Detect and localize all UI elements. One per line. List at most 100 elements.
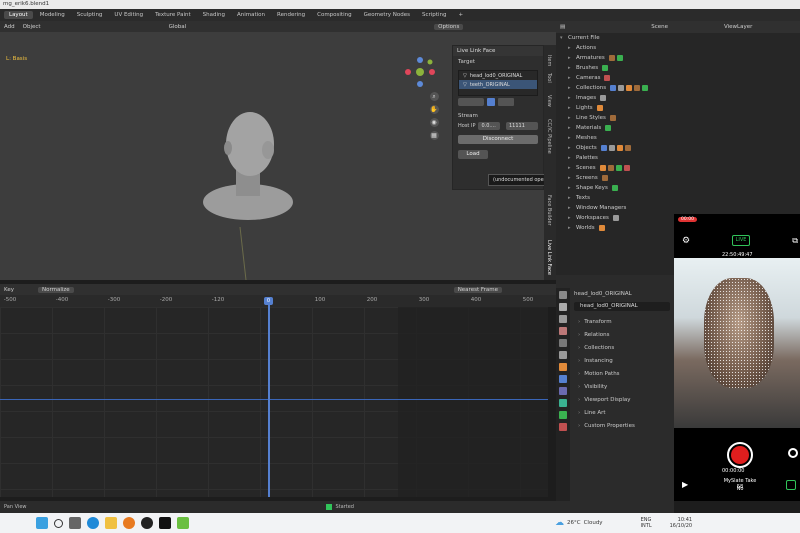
view-layer-label[interactable]: ViewLayer [724, 24, 752, 30]
tab-modeling[interactable]: Modeling [35, 11, 70, 19]
settings-gear-icon[interactable]: ⚙ [682, 236, 690, 246]
tab-cc-pipeline[interactable]: CC/iC Pipeline [546, 119, 552, 154]
list-item[interactable]: ▸ Meshes [556, 133, 800, 143]
property-section[interactable]: › Relations [574, 328, 674, 341]
weather-widget[interactable]: ☁ 26°C Cloudy [555, 518, 603, 528]
object-menu[interactable]: Object [23, 24, 41, 30]
property-section[interactable]: › Viewport Display [574, 393, 674, 406]
tab-shading[interactable]: Shading [198, 11, 230, 19]
tab-scripting[interactable]: Scripting [417, 11, 451, 19]
list-item[interactable]: ▸ Window Managers [556, 203, 800, 213]
list-item[interactable]: ▸ Shape Keys [556, 183, 800, 193]
tab-uv-editing[interactable]: UV Editing [109, 11, 148, 19]
file-explorer-icon[interactable] [105, 517, 117, 529]
list-item[interactable]: ▸ Materials [556, 123, 800, 133]
current-frame-indicator[interactable]: 0 [264, 297, 273, 305]
list-item[interactable]: ▸ Texts [556, 193, 800, 203]
list-item[interactable]: ▸ Armatures [556, 53, 800, 63]
clock[interactable]: 10:41 16/10/20 [670, 517, 692, 529]
port-field[interactable]: 11111 [506, 122, 538, 130]
add-menu[interactable]: Add [4, 24, 15, 30]
normalize-toggle[interactable]: Normalize [37, 286, 74, 293]
terminal-icon[interactable] [159, 517, 171, 529]
language-indicator[interactable]: ENG INTL [641, 517, 652, 529]
list-filter[interactable] [458, 98, 484, 106]
github-icon[interactable] [141, 517, 153, 529]
property-section[interactable]: › Custom Properties [574, 419, 674, 432]
notepad-icon[interactable] [177, 517, 189, 529]
list-item[interactable]: ▸ Actions [556, 43, 800, 53]
collection-icon[interactable] [559, 351, 567, 359]
list-item[interactable]: ▽ head_lod0_ORIGINAL [459, 71, 537, 80]
list-item[interactable]: ▸ Lights [556, 103, 800, 113]
list-item[interactable]: ▸ Brushes [556, 63, 800, 73]
host-ip-field[interactable]: 0.0.... [478, 122, 501, 130]
particles-icon[interactable] [559, 387, 567, 395]
secondary-button[interactable] [788, 448, 798, 458]
property-section[interactable]: › Visibility [574, 380, 674, 393]
tab-compositing[interactable]: Compositing [312, 11, 356, 19]
timeline-scrollbar[interactable] [549, 307, 555, 497]
curve-line[interactable] [0, 399, 548, 400]
tab-layout[interactable]: Layout [4, 11, 33, 19]
pan-hand-icon[interactable]: ✋ [429, 105, 439, 114]
snap-dropdown[interactable]: Nearest Frame [453, 286, 502, 293]
frame-ruler[interactable]: -500 -400 -300 -200 -120 0 100 200 300 400 500 [0, 295, 556, 307]
list-item[interactable]: ▸ Line Styles [556, 113, 800, 123]
property-section[interactable]: › Line Art [574, 406, 674, 419]
camera-switch-icon[interactable]: ⧉ [792, 236, 798, 246]
list-item[interactable]: ▽ teeth_ORIGINAL [459, 80, 537, 89]
app-icon[interactable] [36, 517, 48, 529]
tab--[interactable]: + [453, 11, 468, 19]
outliner-type-icon[interactable]: ▤ [560, 24, 565, 30]
record-icon[interactable] [731, 446, 749, 464]
list-item[interactable]: ▸ Scenes [556, 163, 800, 173]
tab-face-builder[interactable]: Face Builder [546, 195, 552, 226]
output-icon[interactable] [559, 315, 567, 323]
tab-rendering[interactable]: Rendering [272, 11, 310, 19]
outliner-root[interactable]: ▾ Current File [556, 33, 800, 43]
list-item[interactable]: ▸ Cameras [556, 73, 800, 83]
target-list[interactable]: ▽ head_lod0_ORIGINAL ▽ teeth_ORIGINAL [458, 70, 538, 96]
disconnect-button[interactable]: Disconnect [458, 135, 538, 144]
physics-icon[interactable] [559, 399, 567, 407]
scene-label[interactable]: Scene [651, 24, 668, 30]
zoom-icon[interactable]: ⌕ [429, 92, 439, 101]
playhead-line[interactable] [268, 297, 270, 497]
sort-icon[interactable] [498, 98, 514, 106]
object-icon[interactable] [559, 363, 567, 371]
property-section[interactable]: › Instancing [574, 354, 674, 367]
property-section[interactable]: › Collections [574, 341, 674, 354]
load-button[interactable]: Load [458, 150, 488, 159]
tool-icon[interactable] [559, 291, 567, 299]
list-item[interactable]: ▸ Screens [556, 173, 800, 183]
task-view-icon[interactable] [69, 517, 81, 529]
material-icon[interactable] [559, 423, 567, 431]
property-section[interactable]: › Transform [574, 315, 674, 328]
tab-geometry-nodes[interactable]: Geometry Nodes [359, 11, 415, 19]
list-item[interactable]: ▸ Objects [556, 143, 800, 153]
grid-icon[interactable]: ▦ [429, 131, 439, 140]
options-button[interactable]: Options [434, 23, 464, 30]
key-menu[interactable]: Key [4, 287, 14, 293]
list-item[interactable]: ▸ Collections [556, 83, 800, 93]
blender-icon[interactable] [123, 517, 135, 529]
world-icon[interactable] [559, 339, 567, 347]
tab-tool[interactable]: Tool [546, 73, 552, 83]
list-item[interactable]: ▸ Images [556, 93, 800, 103]
camera-icon[interactable]: ◉ [429, 118, 439, 127]
tab-texture-paint[interactable]: Texture Paint [150, 11, 196, 19]
tab-item[interactable]: Item [546, 55, 552, 66]
edge-icon[interactable] [87, 517, 99, 529]
play-icon[interactable]: ▶ [682, 480, 688, 489]
tab-sculpting[interactable]: Sculpting [72, 11, 108, 19]
search-icon[interactable] [54, 518, 63, 528]
face-tracking-icon[interactable] [786, 480, 796, 490]
navigation-gizmo[interactable] [402, 54, 438, 90]
orientation-dropdown[interactable]: Global [169, 24, 187, 30]
object-name-field[interactable]: head_lod0_ORIGINAL [574, 302, 670, 311]
tab-view[interactable]: View [546, 95, 552, 107]
mesh-data-icon[interactable] [559, 411, 567, 419]
property-section[interactable]: › Motion Paths [574, 367, 674, 380]
add-icon[interactable] [487, 98, 495, 106]
